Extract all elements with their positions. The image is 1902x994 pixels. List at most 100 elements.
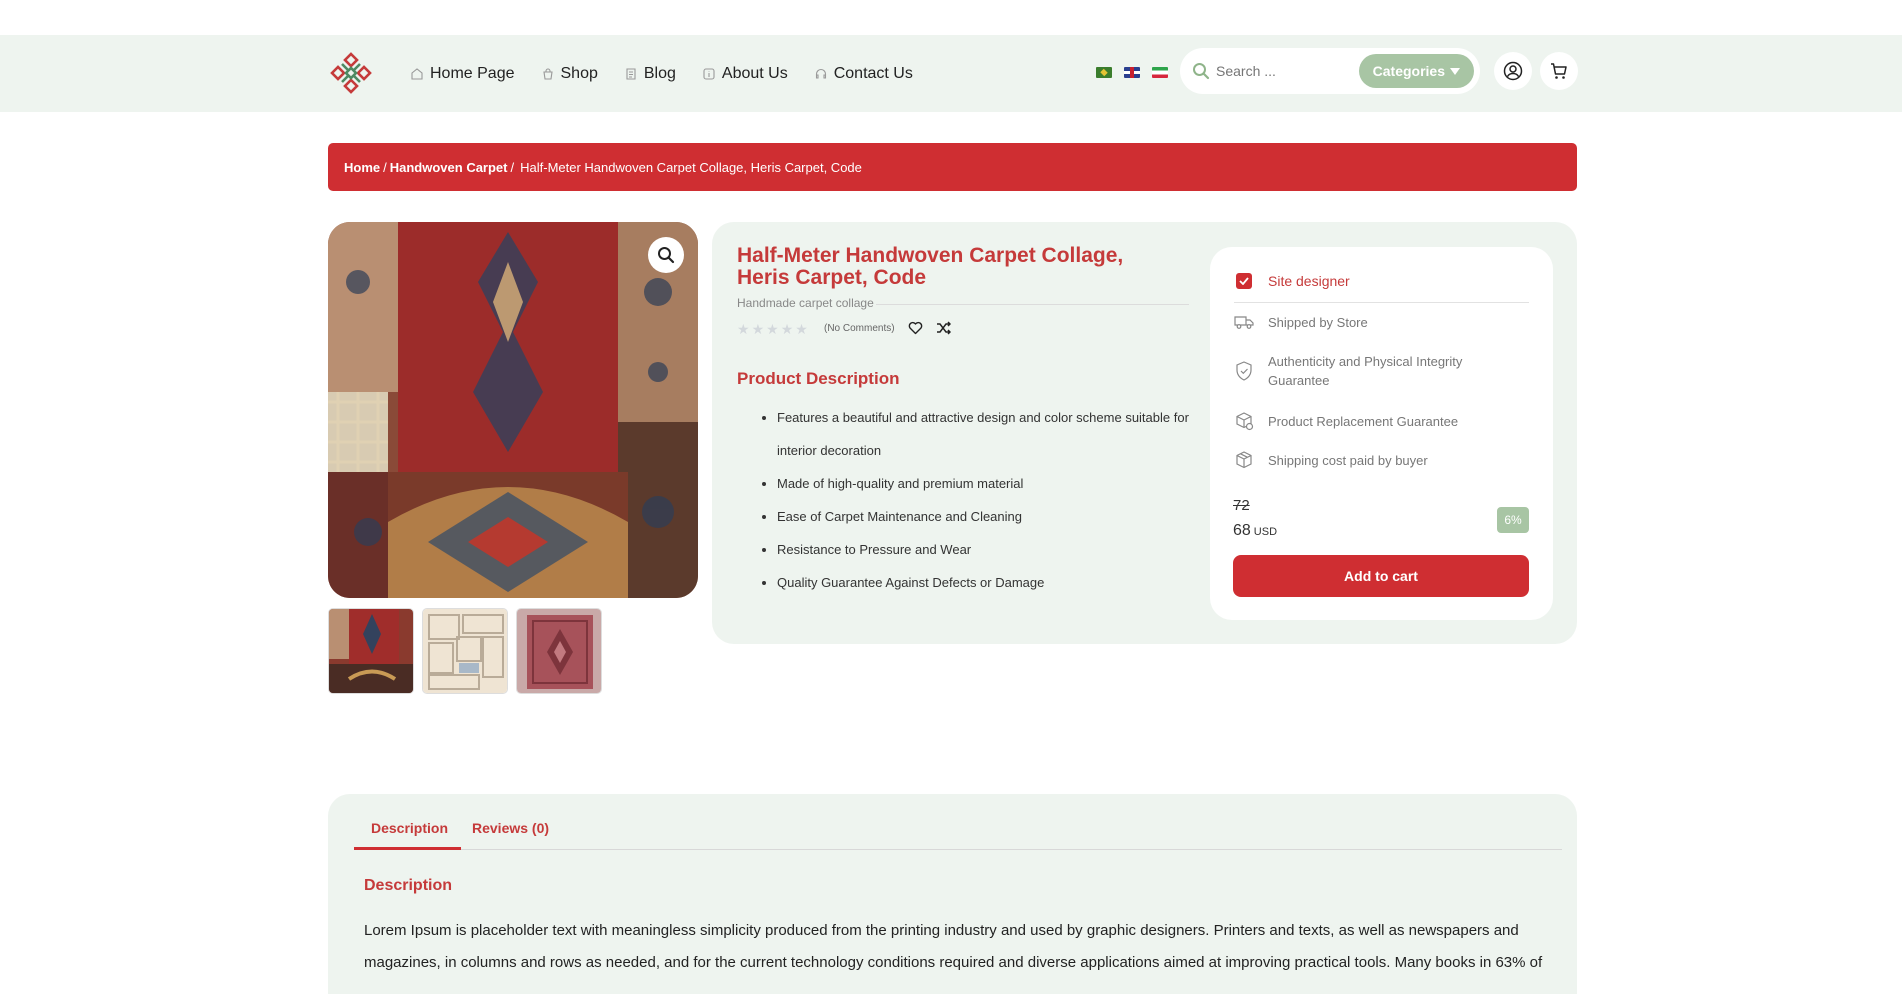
zoom-icon: [658, 247, 675, 264]
search-input[interactable]: [1216, 63, 1356, 79]
flag-brazil-icon[interactable]: [1096, 67, 1112, 78]
rating-stars[interactable]: ★ ★ ★ ★ ★: [737, 321, 808, 338]
feature-list: Features a beautiful and attractive desi…: [757, 401, 1197, 599]
tab-divider: [354, 849, 1562, 850]
nav-home-label: Home Page: [430, 64, 515, 82]
list-item: Resistance to Pressure and Wear: [777, 533, 1197, 566]
categories-button[interactable]: Categories: [1358, 54, 1474, 88]
list-item: Features a beautiful and attractive desi…: [777, 401, 1197, 467]
cart-icon: [1551, 63, 1567, 79]
search-icon: [1193, 63, 1210, 80]
breadcrumb: Home / Handwoven Carpet / Half-Meter Han…: [328, 143, 1577, 191]
nav-blog-label: Blog: [643, 64, 676, 82]
compare-button[interactable]: [936, 321, 952, 340]
home-icon: [411, 67, 423, 80]
seller-row[interactable]: Site designer: [1234, 271, 1350, 291]
breadcrumb-home[interactable]: Home: [344, 160, 380, 175]
divider: [1234, 302, 1529, 303]
price-value: 68: [1233, 522, 1251, 539]
description-heading: Description: [364, 877, 453, 894]
list-item: Ease of Carpet Maintenance and Cleaning: [777, 500, 1197, 533]
shipping-cost-text: Shipping cost paid by buyer: [1268, 452, 1428, 468]
thumbnail-item[interactable]: [328, 608, 414, 694]
top-strip: [0, 0, 1902, 35]
carpet-thumbnail-image: [329, 609, 413, 693]
star-icon: ★: [737, 321, 750, 337]
shield-check-icon: [1236, 361, 1252, 381]
notes-icon: [626, 67, 636, 80]
tab-reviews[interactable]: Reviews (0): [472, 820, 549, 836]
star-icon: ★: [780, 321, 794, 337]
shuffle-icon: [937, 321, 952, 335]
thumbnail-item[interactable]: [516, 608, 602, 694]
user-icon: [1503, 61, 1523, 81]
info-icon: [703, 67, 715, 80]
authenticity-row: Authenticity and Physical Integrity Guar…: [1234, 352, 1498, 390]
site-header: Home Page Shop Blog About Us Contact Us …: [0, 35, 1902, 112]
discount-badge: 6%: [1497, 507, 1529, 533]
heart-icon: [908, 321, 923, 335]
nav-shop[interactable]: Shop: [541, 65, 598, 83]
seller-name: Site designer: [1268, 272, 1350, 289]
account-button[interactable]: [1494, 52, 1532, 90]
divider: [876, 304, 1189, 305]
product-title: Half-Meter Handwoven Carpet Collage, Her…: [737, 244, 1124, 289]
current-price: 68 USD: [1233, 522, 1277, 540]
product-thumbnails: [328, 608, 602, 694]
shipping-cost-row: Shipping cost paid by buyer: [1234, 450, 1428, 470]
nav-about[interactable]: About Us: [702, 65, 788, 83]
tab-description[interactable]: Description: [371, 820, 448, 836]
site-logo[interactable]: [328, 50, 374, 96]
truck-icon: [1234, 316, 1254, 329]
product-main-image[interactable]: [328, 222, 698, 598]
thumbnail-item[interactable]: [422, 608, 508, 694]
logo-icon: [330, 52, 372, 94]
breadcrumb-category[interactable]: Handwoven Carpet: [390, 160, 508, 175]
breadcrumb-current: Half-Meter Handwoven Carpet Collage, Her…: [520, 159, 862, 175]
patchwork-thumbnail-image: [423, 609, 507, 693]
nav-about-label: About Us: [721, 64, 788, 82]
nav-blog[interactable]: Blog: [624, 65, 676, 83]
old-price: 72: [1233, 497, 1250, 514]
comments-count[interactable]: (No Comments): [824, 323, 895, 334]
star-icon: ★: [751, 321, 765, 337]
breadcrumb-separator: /: [510, 159, 515, 175]
flag-uk-icon[interactable]: [1124, 67, 1140, 78]
chevron-down-icon: [1450, 67, 1460, 75]
red-rug-thumbnail-image: [517, 609, 601, 693]
list-item: Made of high-quality and premium materia…: [777, 467, 1197, 500]
shipping-row: Shipped by Store: [1234, 312, 1368, 332]
nav-contact[interactable]: Contact Us: [814, 65, 913, 83]
replacement-text: Product Replacement Guarantee: [1268, 413, 1459, 429]
carpet-collage-image: [328, 222, 698, 598]
main-nav: Home Page Shop Blog About Us Contact Us: [410, 35, 939, 112]
product-description-title: Product Description: [737, 369, 900, 388]
nav-shop-label: Shop: [560, 64, 598, 82]
active-tab-indicator: [354, 847, 461, 850]
package-icon: [1236, 451, 1252, 469]
breadcrumb-separator: /: [383, 159, 387, 175]
search-bar: Categories: [1180, 48, 1480, 94]
flag-iran-icon[interactable]: [1152, 67, 1168, 78]
cart-button[interactable]: [1540, 52, 1578, 90]
nav-contact-label: Contact Us: [833, 64, 913, 82]
authenticity-text: Authenticity and Physical Integrity Guar…: [1268, 354, 1463, 388]
headset-icon: [815, 68, 826, 79]
description-text: Lorem Ipsum is placeholder text with mea…: [364, 922, 1543, 971]
bag-icon: [542, 67, 553, 80]
box-refresh-icon: [1236, 412, 1254, 431]
replacement-row: Product Replacement Guarantee: [1234, 411, 1458, 431]
currency: USD: [1253, 526, 1278, 538]
add-to-cart-button[interactable]: Add to cart: [1233, 555, 1529, 597]
list-item: Quality Guarantee Against Defects or Dam…: [777, 566, 1197, 599]
checkbox-checked-icon: [1236, 273, 1252, 289]
wishlist-button[interactable]: [908, 321, 923, 340]
nav-home[interactable]: Home Page: [410, 65, 515, 83]
star-icon: ★: [795, 321, 808, 337]
star-icon: ★: [766, 321, 779, 337]
language-switcher: [1096, 67, 1168, 78]
zoom-button[interactable]: [648, 237, 684, 273]
product-subtitle: Handmade carpet collage: [737, 296, 874, 310]
categories-label: Categories: [1372, 63, 1445, 79]
check-icon: [1239, 277, 1249, 285]
